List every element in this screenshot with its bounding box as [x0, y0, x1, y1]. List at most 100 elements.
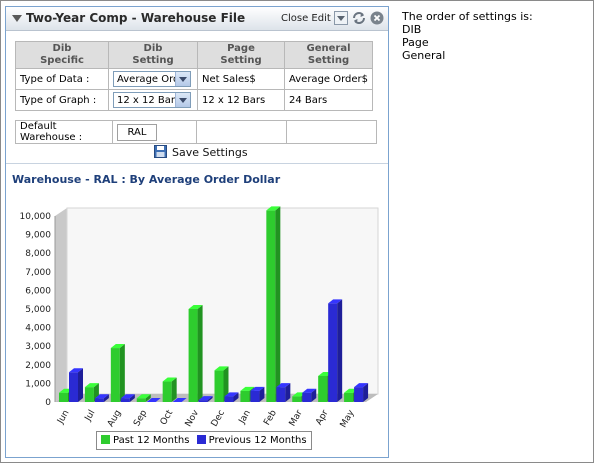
- x-tick-label: Dec: [210, 408, 227, 428]
- empty-cell: [196, 120, 287, 144]
- dib-setting-cell: Average Orde: [108, 68, 198, 90]
- x-tick-label: Nov: [184, 408, 202, 429]
- bar-front: [84, 387, 94, 402]
- x-tick-label: May: [339, 408, 357, 429]
- row-label: Type of Graph :: [15, 89, 109, 111]
- bar-side: [275, 206, 281, 402]
- bar-front: [344, 392, 354, 402]
- note-line: DIB: [402, 23, 422, 36]
- y-tick-label: 1,000: [25, 379, 51, 389]
- bar-front: [354, 387, 364, 402]
- bar-front: [136, 398, 146, 402]
- x-tick-label: Feb: [262, 408, 279, 427]
- close-icon[interactable]: [370, 11, 384, 25]
- y-tick-label: 5,000: [25, 305, 51, 315]
- x-tick-label: Sep: [132, 408, 149, 428]
- bar-front: [214, 370, 224, 402]
- note-line: General: [402, 49, 446, 62]
- default-warehouse-row: Default Warehouse : RAL: [15, 120, 377, 144]
- floppy-disk-icon: [154, 145, 167, 158]
- save-settings-button[interactable]: Save Settings: [154, 145, 248, 159]
- select-value: 12 x 12 Bars: [117, 95, 181, 106]
- chart-title: Warehouse - RAL : By Average Order Dolla…: [12, 173, 281, 186]
- header-label: General Setting: [306, 43, 351, 66]
- save-settings-label: Save Settings: [172, 146, 248, 159]
- bar-front: [162, 381, 172, 402]
- legend-swatch-past: [101, 435, 110, 444]
- header-dib-setting: Dib Setting: [108, 41, 198, 69]
- bar-front: [94, 398, 104, 402]
- refresh-icon[interactable]: [352, 11, 366, 25]
- close-edit-link[interactable]: Close Edit: [281, 13, 331, 24]
- note-line: The order of settings is:: [402, 10, 533, 23]
- header-dib-specific: Dib Specific: [15, 41, 109, 69]
- table-row: Type of Graph : 12 x 12 Bars 12 x 12 Bar…: [15, 89, 374, 111]
- type-of-graph-select[interactable]: 12 x 12 Bars: [113, 92, 191, 108]
- bar-front: [59, 392, 68, 402]
- y-tick-label: 8,000: [25, 249, 51, 259]
- default-warehouse-cell: RAL: [112, 120, 197, 144]
- bar-front: [328, 303, 338, 402]
- page-setting-value: Net Sales$: [197, 68, 285, 90]
- bar-side: [197, 305, 203, 402]
- legend-label-previous: Previous 12 Months: [208, 435, 307, 446]
- bar-front: [198, 400, 208, 402]
- note-line: Page: [402, 36, 429, 49]
- legend-swatch-previous: [196, 435, 206, 444]
- header-label: Page Setting: [220, 43, 262, 66]
- panel-titlebar: Two-Year Comp - Warehouse File Close Edi…: [6, 7, 388, 31]
- x-tick-label: Aug: [106, 409, 123, 429]
- y-tick-label: 10,000: [20, 212, 52, 222]
- type-of-data-select[interactable]: Average Orde: [113, 71, 191, 87]
- warehouse-panel: Two-Year Comp - Warehouse File Close Edi…: [5, 6, 389, 458]
- header-page-setting: Page Setting: [197, 41, 285, 69]
- bar-front: [276, 387, 286, 402]
- bar-side: [119, 344, 125, 402]
- table-row: Type of Data : Average Orde Net Sales$ A…: [15, 68, 374, 90]
- chart-legend: Past 12 Months Previous 12 Months: [96, 431, 312, 450]
- legend-label-past: Past 12 Months: [113, 435, 190, 446]
- panel-title: Two-Year Comp - Warehouse File: [26, 11, 246, 25]
- bar-front: [69, 372, 78, 402]
- bar-side: [78, 368, 83, 402]
- bar-front: [224, 396, 234, 402]
- bar-front: [266, 210, 276, 402]
- bar-front: [110, 348, 120, 402]
- header-general-setting: General Setting: [283, 41, 374, 69]
- empty-cell: [286, 120, 377, 144]
- chart-side-wall: [55, 208, 67, 402]
- dib-setting-cell: 12 x 12 Bars: [108, 89, 198, 111]
- bar-chart: 0 1,000 2,000 3,000 4,000 5,000 6,000 7,000 8,00…: [20, 206, 379, 429]
- bar-front: [292, 396, 302, 402]
- dropdown-menu-icon[interactable]: [334, 11, 348, 25]
- settings-order-note: The order of settings is: DIB Page Gener…: [402, 10, 533, 62]
- bar-front: [240, 390, 250, 402]
- x-tick-label: Oct: [159, 408, 176, 427]
- collapse-triangle-icon[interactable]: [12, 15, 22, 22]
- settings-table: Dib Specific Dib Setting Page Setting Ge…: [15, 41, 374, 111]
- header-label: Dib Setting: [132, 43, 174, 66]
- y-tick-label: 2,000: [25, 361, 51, 371]
- general-setting-value: Average Order$: [283, 68, 374, 90]
- bar-front: [318, 375, 328, 402]
- bar-side: [337, 299, 343, 402]
- y-tick-label: 9,000: [25, 231, 51, 241]
- divider: [6, 163, 388, 164]
- general-setting-value: 24 Bars: [283, 89, 374, 111]
- bar-front: [302, 392, 312, 402]
- y-tick-label: 4,000: [25, 324, 51, 334]
- default-warehouse-input[interactable]: RAL: [117, 123, 157, 141]
- x-tick-label: Apr: [314, 408, 331, 427]
- chevron-down-icon[interactable]: [175, 93, 190, 107]
- y-tick-label: 0: [45, 398, 51, 408]
- x-tick-label: Jan: [237, 409, 253, 427]
- page-setting-value: 12 x 12 Bars: [197, 89, 285, 111]
- x-tick-label: Jul: [83, 409, 98, 424]
- chevron-down-icon[interactable]: [175, 72, 190, 86]
- x-tick-label: Jun: [55, 409, 71, 427]
- bar-front: [120, 398, 130, 402]
- row-label: Type of Data :: [15, 68, 109, 90]
- bar-front: [250, 390, 260, 402]
- y-tick-label: 3,000: [25, 342, 51, 352]
- header-label: Dib Specific: [40, 43, 84, 66]
